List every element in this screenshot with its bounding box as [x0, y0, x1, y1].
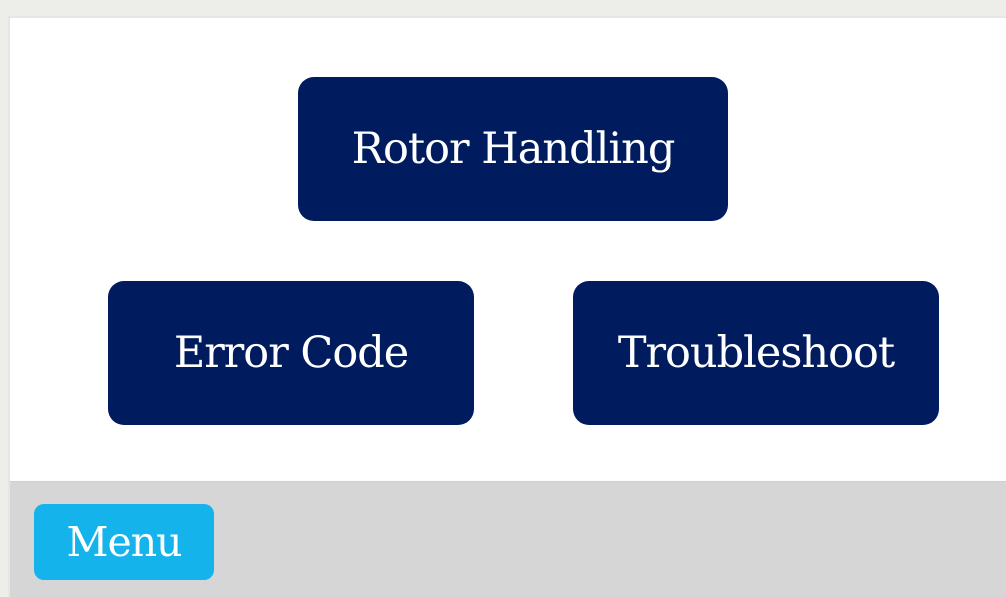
troubleshoot-button[interactable]: Troubleshoot [573, 281, 939, 425]
error-code-button[interactable]: Error Code [108, 281, 474, 425]
menu-button[interactable]: Menu [34, 504, 214, 580]
app-frame: Rotor Handling Error Code Troubleshoot M… [8, 16, 1006, 597]
footer-bar: Menu [10, 481, 1006, 597]
rotor-handling-button[interactable]: Rotor Handling [298, 77, 728, 221]
main-content: Rotor Handling Error Code Troubleshoot [10, 18, 1006, 481]
